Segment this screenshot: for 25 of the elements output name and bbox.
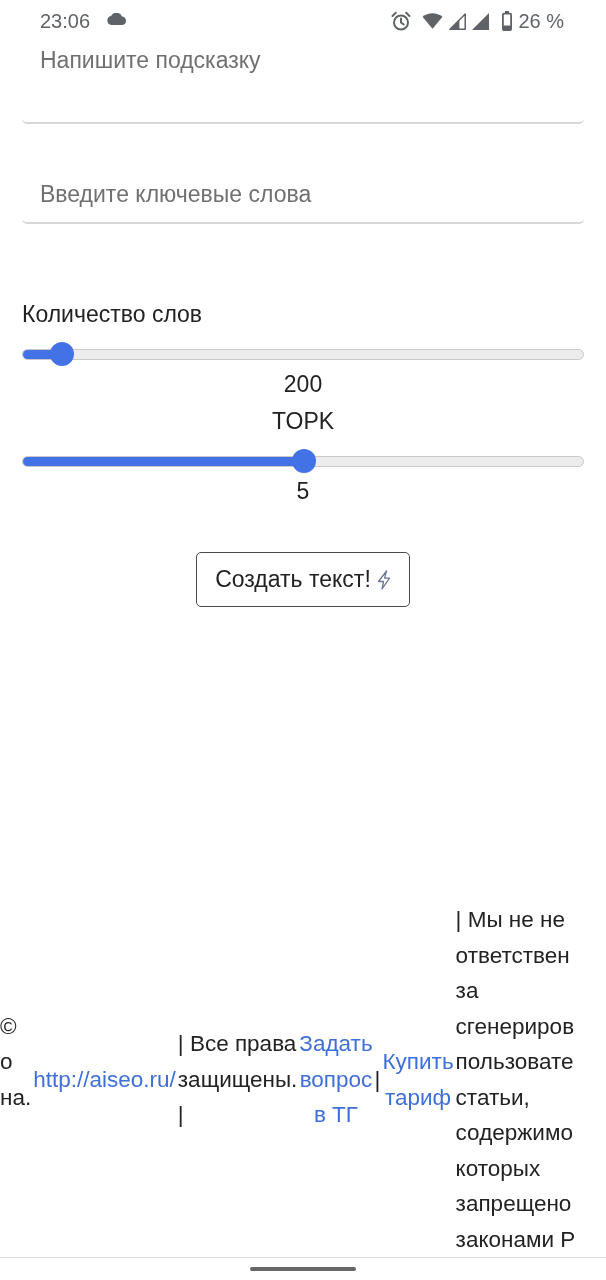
- footer-text: © о на.: [0, 1012, 32, 1112]
- slider-thumb[interactable]: [292, 449, 317, 473]
- slider-value: 5: [296, 477, 310, 506]
- footer-text: | Мы не не ответствен за сгенериров пользовате статьи, содержимо которых запрещено законами Р: [455, 906, 576, 1254]
- footer-link[interactable]: Задать вопрос в ТГ: [299, 1026, 373, 1133]
- clock-time: 23:06: [40, 9, 91, 33]
- slider-track[interactable]: [22, 348, 584, 360]
- lightning-icon: [376, 569, 391, 590]
- alarm-clock-icon: [391, 11, 412, 31]
- slider-track[interactable]: [22, 455, 584, 467]
- word-count-label: Количество слов: [22, 300, 203, 329]
- footer-link[interactable]: http://aiseo.ru/: [33, 1061, 176, 1098]
- signal-icon: [472, 12, 490, 30]
- battery-icon: [502, 11, 513, 31]
- signal-icon: [449, 12, 467, 30]
- wifi-icon: [422, 13, 444, 29]
- battery-percent: 26 %: [518, 9, 564, 33]
- generate-button[interactable]: Создать текст!: [196, 552, 410, 607]
- footer-text: |: [374, 1065, 381, 1094]
- slider-thumb[interactable]: [49, 342, 74, 366]
- footer-text: | Все права защищены. |: [177, 1030, 298, 1130]
- footer-link[interactable]: Купить тариф: [382, 1044, 454, 1115]
- cloud-icon: [107, 13, 128, 25]
- slider-value: 200: [283, 370, 323, 399]
- slider-label: TOPK: [271, 407, 335, 436]
